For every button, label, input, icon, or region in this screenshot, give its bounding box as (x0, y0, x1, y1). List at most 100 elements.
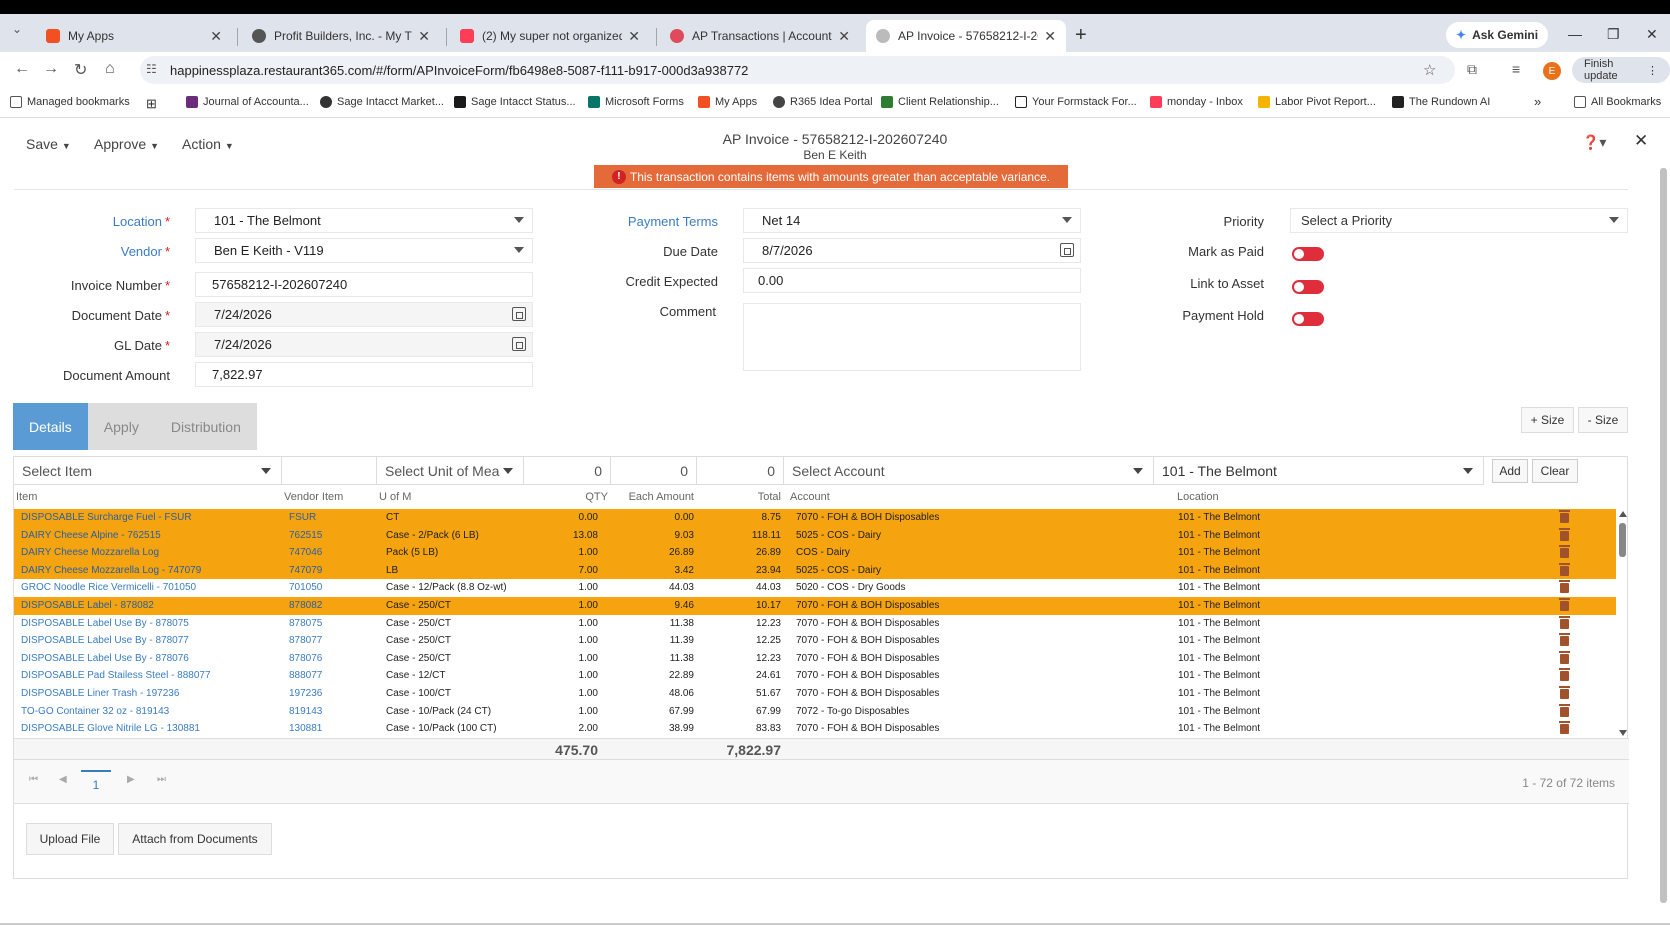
column-header-item[interactable]: Item (16, 487, 37, 507)
gl-date-input[interactable]: 7/24/2026 (195, 332, 533, 357)
table-row[interactable]: DAIRY Cheese Mozzarella Log 747046 Pack (5… (14, 544, 1616, 562)
scroll-down-icon[interactable] (1619, 730, 1627, 736)
bookmark-item[interactable]: Client Relationship... (881, 96, 999, 108)
ask-gemini-button[interactable]: ✦ Ask Gemini (1446, 22, 1549, 48)
decrease-size-button[interactable]: - Size (1578, 407, 1628, 433)
media-controls-icon[interactable]: ≡ (1512, 61, 1520, 77)
item-select[interactable]: Select Item (14, 457, 282, 485)
all-bookmarks-button[interactable]: All Bookmarks (1574, 96, 1661, 108)
grid-scrollbar[interactable] (1617, 509, 1629, 738)
bookmark-item[interactable]: R365 Idea Portal (773, 96, 873, 108)
table-row[interactable]: DAIRY Cheese Mozzarella Log - 747079 7470… (14, 561, 1616, 580)
trash-icon[interactable] (1559, 527, 1570, 541)
cell-vendor-item[interactable]: 197236 (289, 688, 374, 699)
tab-close-icon[interactable]: ✕ (1044, 28, 1056, 45)
page-scrollbar[interactable] (1657, 118, 1670, 925)
browser-tab-1[interactable]: My Apps ✕ (36, 20, 232, 52)
trash-icon[interactable] (1559, 703, 1570, 717)
cell-item[interactable]: GROC Noodle Rice Vermicelli - 701050 (21, 582, 276, 593)
cell-item[interactable]: DISPOSABLE Label - 878082 (21, 600, 276, 611)
column-header-vendor-item[interactable]: Vendor Item (284, 487, 343, 507)
bookmark-item[interactable]: Labor Pivot Report... (1258, 96, 1376, 108)
vendor-item-input[interactable] (282, 457, 377, 485)
new-tab-icon[interactable]: + (1075, 24, 1087, 47)
home-icon[interactable]: ⌂ (105, 60, 115, 78)
calendar-icon[interactable] (1060, 243, 1074, 257)
table-row[interactable]: TO-GO Container 32 oz - 819143 819143 Case… (14, 703, 1616, 721)
trash-icon[interactable] (1559, 686, 1570, 699)
scroll-thumb[interactable] (1619, 523, 1626, 557)
browser-tab-3[interactable]: (2) My super not organized tas ✕ (450, 20, 650, 52)
attach-from-documents-button[interactable]: Attach from Documents (118, 823, 272, 855)
cell-item[interactable]: DISPOSABLE Label Use By - 878077 (21, 635, 276, 646)
clear-line-button[interactable]: Clear (1532, 459, 1578, 483)
cell-item[interactable]: TO-GO Container 32 oz - 819143 (21, 706, 276, 717)
account-select[interactable]: Select Account (784, 457, 1154, 485)
bookmark-item[interactable]: Managed bookmarks (10, 96, 130, 108)
trash-icon[interactable] (1559, 650, 1570, 664)
column-header-uom[interactable]: U of M (379, 487, 411, 507)
profile-avatar[interactable]: E (1543, 62, 1561, 80)
cell-vendor-item[interactable]: 888077 (289, 670, 374, 681)
trash-icon[interactable] (1559, 545, 1570, 559)
add-line-button[interactable]: Add (1492, 459, 1528, 483)
column-header-account[interactable]: Account (790, 487, 830, 507)
bookmark-item[interactable]: The Rundown AI (1392, 96, 1490, 108)
bookmark-item[interactable]: Sage Intacct Status... (454, 96, 576, 108)
calendar-icon[interactable] (512, 337, 526, 351)
tab-close-icon[interactable]: ✕ (628, 28, 640, 45)
cell-vendor-item[interactable]: 878082 (289, 600, 374, 611)
table-row[interactable]: GROC Noodle Rice Vermicelli - 701050 7010… (14, 579, 1616, 597)
cell-item[interactable]: DAIRY Cheese Mozzarella Log - 747079 (21, 565, 276, 576)
cell-item[interactable]: DISPOSABLE Label Use By - 878075 (21, 618, 276, 629)
table-row[interactable]: DISPOSABLE Label Use By - 878077 878077 Ca… (14, 632, 1616, 650)
column-header-each-amount[interactable]: Each Amount (611, 487, 694, 507)
cell-vendor-item[interactable]: FSUR (289, 512, 374, 523)
restore-icon[interactable]: ❐ (1607, 26, 1620, 43)
more-bookmarks-button[interactable]: » (1534, 94, 1541, 109)
cell-item[interactable]: DISPOSABLE Surcharge Fuel - FSUR (21, 512, 276, 523)
table-row[interactable]: DISPOSABLE Glove Nitrile LG - 130881 1308… (14, 720, 1616, 738)
extensions-icon[interactable]: ⧉ (1467, 61, 1477, 78)
tab-apply[interactable]: Apply (87, 403, 155, 450)
column-header-qty[interactable]: QTY (524, 487, 608, 507)
browser-tab-2[interactable]: Profit Builders, Inc. - My Time ✕ (242, 20, 440, 52)
cell-vendor-item[interactable]: 701050 (289, 582, 374, 593)
each-amount-input[interactable]: 0 (611, 457, 697, 485)
trash-icon[interactable] (1559, 562, 1570, 576)
prev-page-icon[interactable]: ◀ (59, 774, 67, 785)
table-row[interactable]: DAIRY Cheese Alpine - 762515 762515 Case -… (14, 526, 1616, 545)
cell-vendor-item[interactable]: 878076 (289, 653, 374, 664)
trash-icon[interactable] (1559, 721, 1570, 735)
document-amount-input[interactable]: 7,822.97 (195, 362, 533, 387)
tab-distribution[interactable]: Distribution (154, 403, 257, 450)
page-number[interactable]: 1 (81, 770, 111, 792)
table-row[interactable]: DISPOSABLE Liner Trash - 197236 197236 Cas… (14, 685, 1616, 703)
next-page-icon[interactable]: ▶ (127, 774, 135, 785)
trash-icon[interactable] (1559, 615, 1570, 629)
total-input[interactable]: 0 (697, 457, 784, 485)
cell-item[interactable]: DISPOSABLE Glove Nitrile LG - 130881 (21, 723, 276, 734)
cell-vendor-item[interactable]: 747079 (289, 565, 374, 576)
back-icon[interactable]: ← (14, 60, 30, 78)
table-row[interactable]: DISPOSABLE Label Use By - 878076 878076 Ca… (14, 650, 1616, 668)
bookmark-item[interactable]: Microsoft Forms (588, 96, 684, 108)
bookmark-star-icon[interactable]: ☆ (1423, 61, 1436, 79)
table-row[interactable]: DISPOSABLE Label Use By - 878075 878075 Ca… (14, 615, 1616, 633)
apps-grid-button[interactable]: ⊞ (146, 96, 157, 112)
tab-close-icon[interactable]: ✕ (838, 28, 850, 45)
column-header-location[interactable]: Location (1177, 487, 1219, 507)
first-page-icon[interactable]: ⏮ (29, 774, 38, 785)
calendar-icon[interactable] (512, 307, 526, 321)
cell-vendor-item[interactable]: 819143 (289, 706, 374, 717)
payment-hold-toggle[interactable] (1292, 312, 1324, 326)
trash-icon[interactable] (1559, 598, 1570, 611)
last-page-icon[interactable]: ⏭ (157, 774, 166, 785)
forward-icon[interactable]: → (43, 60, 59, 78)
trash-icon[interactable] (1559, 510, 1570, 523)
tab-close-icon[interactable]: ✕ (210, 28, 222, 45)
cell-item[interactable]: DISPOSABLE Pad Stailess Steel - 888077 (21, 670, 276, 681)
cell-vendor-item[interactable]: 130881 (289, 723, 374, 734)
page-scroll-thumb[interactable] (1660, 168, 1667, 903)
cell-item[interactable]: DAIRY Cheese Alpine - 762515 (21, 530, 276, 541)
